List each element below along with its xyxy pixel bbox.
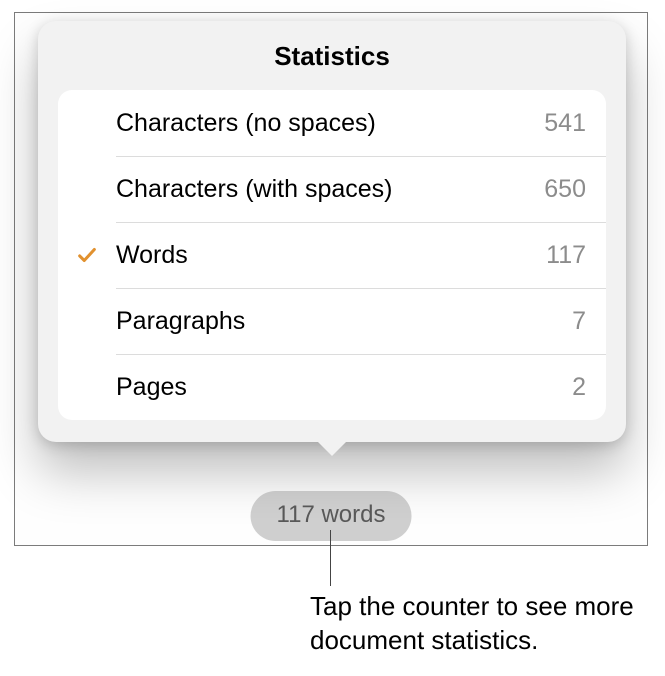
callout-text: Tap the counter to see more document sta… (310, 590, 650, 658)
screenshot-frame: Statistics Characters (no spaces) 541 Ch… (14, 12, 648, 546)
stat-row-characters-with-spaces[interactable]: Characters (with spaces) 650 (58, 156, 606, 222)
word-count-counter[interactable]: 117 words (251, 491, 412, 541)
stat-row-words[interactable]: Words 117 (58, 222, 606, 288)
statistics-popover: Statistics Characters (no spaces) 541 Ch… (38, 21, 626, 442)
checkmark-icon (76, 244, 98, 266)
stat-label: Pages (116, 373, 572, 402)
stat-label: Characters (with spaces) (116, 175, 544, 204)
counter-label: 117 words (277, 501, 386, 528)
stat-value: 650 (544, 175, 586, 204)
stat-row-pages[interactable]: Pages 2 (58, 354, 606, 420)
popover-title: Statistics (38, 21, 626, 90)
stat-label: Characters (no spaces) (116, 109, 544, 138)
stat-row-characters-no-spaces[interactable]: Characters (no spaces) 541 (58, 90, 606, 156)
stat-label: Paragraphs (116, 307, 572, 336)
stat-label: Words (116, 241, 546, 270)
stat-row-paragraphs[interactable]: Paragraphs 7 (58, 288, 606, 354)
checkmark-slot (58, 244, 116, 266)
stat-value: 117 (546, 241, 586, 270)
popover-tail (38, 441, 626, 456)
statistics-list: Characters (no spaces) 541 Characters (w… (58, 90, 606, 420)
callout-leader-line (330, 530, 331, 586)
stat-value: 2 (572, 373, 586, 402)
stat-value: 541 (544, 109, 586, 138)
stat-value: 7 (572, 307, 586, 336)
